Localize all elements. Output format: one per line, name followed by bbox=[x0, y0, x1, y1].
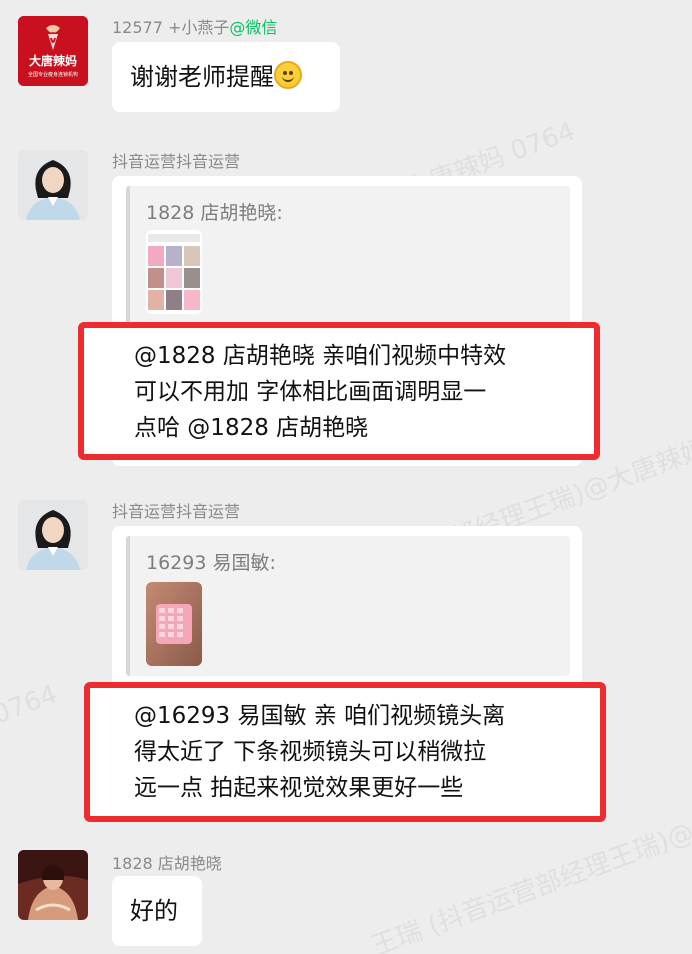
video-grid-thumbnail-icon bbox=[146, 230, 202, 314]
sender-name: 抖音运营抖音运营 bbox=[112, 502, 241, 521]
sender-name: 12577 +小燕子@微信 bbox=[112, 14, 277, 38]
reply-line: 点哈 @1828 店胡艳晓 bbox=[134, 415, 369, 441]
reply-line: 可以不用加 字体相比画面调明显一 bbox=[134, 379, 487, 405]
reply-line: @1828 店胡艳晓 亲咱们视频中特效 bbox=[134, 343, 507, 369]
logo-subtext: 全国专业瘦身连锁机构 bbox=[28, 71, 78, 78]
video-thumbnail[interactable] bbox=[146, 582, 202, 666]
avatar[interactable] bbox=[18, 150, 88, 220]
message-bubble[interactable]: 谢谢老师提醒 bbox=[112, 42, 340, 112]
message-text: 好的 bbox=[130, 897, 178, 925]
message-text: 谢谢老师提醒 bbox=[130, 63, 274, 91]
video-thumbnail[interactable] bbox=[146, 230, 202, 314]
avatar[interactable] bbox=[18, 500, 88, 570]
reply-text: @1828 店胡艳晓 亲咱们视频中特效 可以不用加 字体相比画面调明显一 点哈 … bbox=[134, 338, 506, 446]
quoted-sender: 16293 易国敏: bbox=[146, 552, 276, 574]
quoted-message[interactable]: 16293 易国敏: bbox=[126, 536, 570, 676]
person-avatar-icon bbox=[18, 850, 88, 920]
sender-name: 抖音运营抖音运营 bbox=[112, 152, 241, 171]
reply-line: 得太近了 下条视频镜头可以稍微拉 bbox=[134, 739, 487, 765]
person-avatar-icon bbox=[18, 150, 88, 220]
reply-text: @16293 易国敏 亲 咱们视频镜头离 得太近了 下条视频镜头可以稍微拉 远一… bbox=[134, 698, 505, 806]
quoted-sender: 1828 店胡艳晓: bbox=[146, 202, 283, 224]
avatar[interactable]: 大唐辣妈 全国专业瘦身连锁机构 bbox=[18, 16, 88, 86]
sender-platform: @微信 bbox=[229, 18, 278, 37]
reply-line: 远一点 拍起来视觉效果更好一些 bbox=[134, 775, 464, 801]
reply-line: @16293 易国敏 亲 咱们视频镜头离 bbox=[134, 703, 506, 729]
watermark: 0764 bbox=[0, 679, 62, 731]
logo-text: 大唐辣妈 bbox=[29, 53, 77, 68]
sender-name: 1828 店胡艳晓 bbox=[112, 854, 222, 873]
avatar[interactable] bbox=[18, 850, 88, 920]
datang-lama-logo-icon: 大唐辣妈 全国专业瘦身连锁机构 bbox=[18, 16, 88, 86]
smiling-face-emoji-icon bbox=[274, 61, 302, 89]
video-thumbnail-icon bbox=[146, 582, 202, 666]
sender-label: 12577 +小燕子 bbox=[112, 18, 230, 37]
message-bubble[interactable]: 好的 bbox=[112, 876, 202, 946]
quoted-message[interactable]: 1828 店胡艳晓: bbox=[126, 186, 570, 326]
person-avatar-icon bbox=[18, 500, 88, 570]
